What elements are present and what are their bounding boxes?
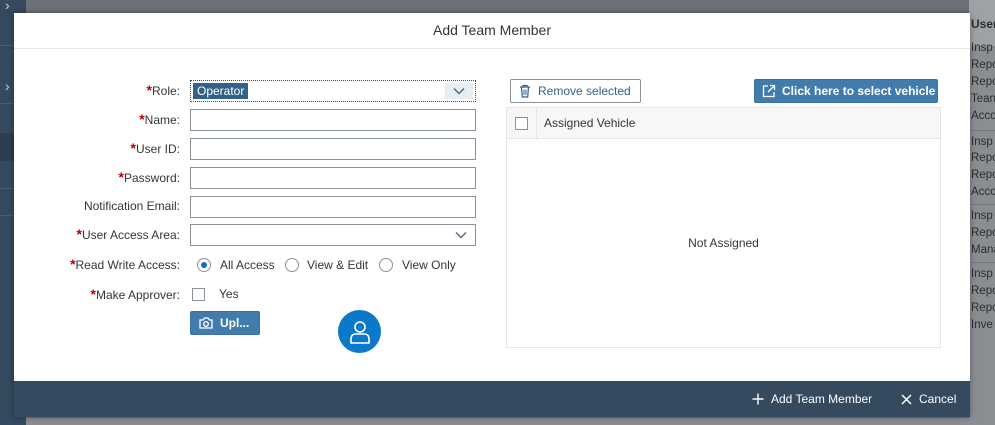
make-approver-label: *Make Approver: bbox=[91, 286, 181, 302]
background-cell: Repo bbox=[971, 302, 995, 314]
name-label-text: Name: bbox=[144, 113, 180, 127]
select-all-cell bbox=[507, 108, 537, 138]
background-cell: Inve bbox=[971, 319, 993, 331]
background-column-header: User bbox=[971, 17, 995, 31]
name-input[interactable] bbox=[190, 109, 476, 131]
chevron-down-icon[interactable] bbox=[445, 83, 473, 99]
background-cell: Repo bbox=[971, 169, 995, 181]
user-id-input[interactable] bbox=[190, 138, 476, 160]
chevron-down-icon[interactable] bbox=[447, 225, 475, 245]
user-access-area-label: *User Access Area: bbox=[77, 226, 181, 242]
role-select[interactable]: Operator bbox=[190, 80, 476, 102]
read-write-access-label: *Read Write Access: bbox=[70, 256, 180, 272]
background-table: User Insp Repo Repo Tean Acco Insp Repo … bbox=[969, 0, 995, 425]
trash-icon bbox=[520, 84, 530, 98]
close-icon bbox=[901, 393, 912, 405]
radio-view-only-label[interactable]: View Only bbox=[402, 258, 456, 272]
background-cell: Repo bbox=[971, 59, 995, 71]
background-cell: Repo bbox=[971, 152, 995, 164]
read-write-access-label-text: Read Write Access: bbox=[75, 258, 180, 272]
remove-selected-button[interactable]: Remove selected bbox=[510, 79, 641, 103]
camera-icon bbox=[199, 317, 213, 329]
chevron-right-icon: › bbox=[5, 78, 10, 94]
person-icon bbox=[349, 320, 370, 344]
radio-view-edit[interactable] bbox=[285, 258, 299, 272]
add-team-member-label: Add Team Member bbox=[771, 392, 873, 406]
make-approver-label-text: Make Approver: bbox=[95, 288, 180, 302]
role-label-text: Role: bbox=[151, 84, 180, 98]
background-row-divider bbox=[969, 262, 995, 263]
cancel-label: Cancel bbox=[919, 392, 957, 406]
background-cell: Insp bbox=[971, 210, 993, 222]
background-cell: Repo bbox=[971, 227, 995, 239]
cancel-button[interactable]: Cancel bbox=[901, 381, 956, 417]
background-row-divider bbox=[969, 130, 995, 131]
role-selected-value: Operator bbox=[193, 83, 249, 99]
background-row-divider bbox=[969, 204, 995, 205]
radio-view-edit-label[interactable]: View & Edit bbox=[307, 258, 368, 272]
user-id-label-text: User ID: bbox=[135, 142, 180, 156]
password-input[interactable] bbox=[190, 167, 476, 189]
role-label: *Role: bbox=[147, 82, 180, 98]
user-access-area-select[interactable] bbox=[190, 224, 476, 246]
make-approver-checkbox[interactable] bbox=[192, 288, 205, 301]
empty-table-message: Not Assigned bbox=[688, 236, 759, 250]
radio-all-access[interactable] bbox=[197, 258, 211, 272]
background-cell: Tean bbox=[971, 93, 995, 105]
column-header-assigned-vehicle[interactable]: Assigned Vehicle bbox=[544, 108, 635, 138]
dialog-footer: Add Team Member Cancel bbox=[14, 381, 970, 417]
select-vehicle-button[interactable]: Click here to select vehicle bbox=[754, 79, 938, 103]
radio-view-only[interactable] bbox=[379, 258, 393, 272]
make-approver-option-label[interactable]: Yes bbox=[219, 287, 239, 301]
background-cell: Insp bbox=[971, 42, 993, 54]
password-label: *Password: bbox=[119, 169, 180, 185]
name-label: *Name: bbox=[139, 111, 180, 127]
add-team-member-button[interactable]: Add Team Member bbox=[752, 381, 872, 417]
add-team-member-dialog: Add Team Member *Role: Operator *Name: *… bbox=[14, 13, 970, 417]
background-cell: Insp bbox=[971, 268, 993, 280]
remove-selected-label: Remove selected bbox=[538, 84, 631, 98]
notification-email-input[interactable] bbox=[190, 196, 476, 218]
background-cell: Acco bbox=[971, 186, 995, 198]
select-vehicle-label: Click here to select vehicle bbox=[782, 84, 936, 98]
select-all-checkbox[interactable] bbox=[515, 117, 528, 130]
notification-email-label: Notification Email: bbox=[83, 199, 180, 213]
external-link-icon bbox=[762, 84, 776, 98]
password-label-text: Password: bbox=[123, 171, 180, 185]
plus-icon bbox=[752, 393, 764, 405]
background-cell: Mana bbox=[971, 244, 995, 256]
background-cell: Repo bbox=[971, 285, 995, 297]
background-cell: Acco bbox=[971, 110, 995, 122]
radio-all-access-label[interactable]: All Access bbox=[220, 258, 275, 272]
background-cell: Repo bbox=[971, 76, 995, 88]
avatar bbox=[338, 310, 381, 353]
dialog-title: Add Team Member bbox=[14, 13, 970, 49]
chevron-right-icon: › bbox=[5, 0, 10, 13]
upload-button-label: Upl... bbox=[220, 316, 250, 330]
upload-photo-button[interactable]: Upl... bbox=[190, 311, 260, 335]
table-header: Assigned Vehicle bbox=[507, 108, 940, 139]
user-access-area-label-text: User Access Area: bbox=[81, 228, 180, 242]
background-cell: Insp bbox=[971, 136, 993, 148]
assigned-vehicles-table: Assigned Vehicle Not Assigned bbox=[506, 107, 941, 348]
background-bottom bbox=[26, 418, 969, 425]
user-id-label: *User ID: bbox=[131, 140, 180, 156]
